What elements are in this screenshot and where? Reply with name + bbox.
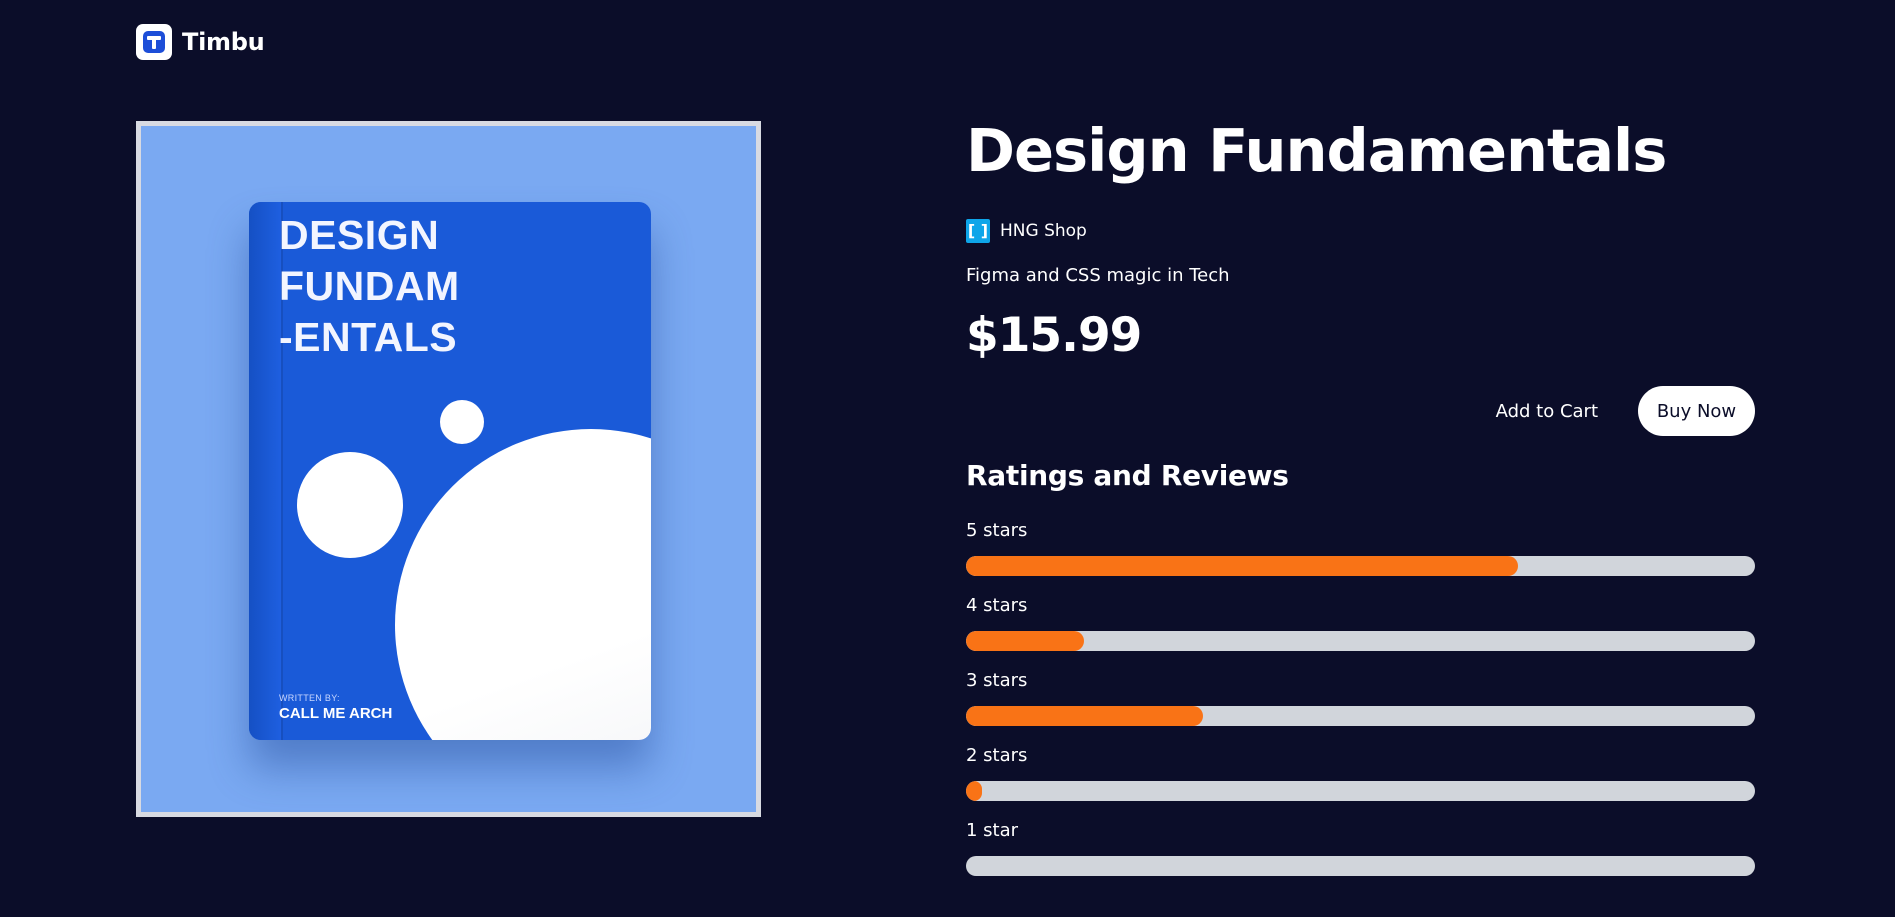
cover-circle-small <box>440 400 484 444</box>
book-spine <box>249 202 283 740</box>
book-cover: DESIGN FUNDAM -ENTALS WRITTEN BY: CALL M… <box>249 202 651 740</box>
product-details: Design Fundamentals [ ] HNG Shop Figma a… <box>966 115 1755 876</box>
timbu-logo-icon[interactable] <box>136 24 172 60</box>
product-image: DESIGN FUNDAM -ENTALS WRITTEN BY: CALL M… <box>136 121 761 817</box>
ratings-title: Ratings and Reviews <box>966 459 1289 492</box>
rating-label: 4 stars <box>966 595 1028 616</box>
book-cover-title-line: -ENTALS <box>279 314 458 360</box>
rating-bar-fill <box>966 631 1085 651</box>
rating-bar-fill <box>966 706 1203 726</box>
site-header: Timbu <box>136 24 265 60</box>
rating-row: 2 stars <box>966 745 1755 820</box>
product-description: Figma and CSS magic in Tech <box>966 265 1230 286</box>
rating-bar-track <box>966 556 1755 576</box>
rating-bar-fill <box>966 781 982 801</box>
rating-bar-track <box>966 781 1755 801</box>
rating-row: 1 star <box>966 820 1755 895</box>
product-actions: Add to Cart Buy Now <box>966 386 1755 436</box>
rating-row: 4 stars <box>966 595 1755 670</box>
product-title: Design Fundamentals <box>966 116 1667 185</box>
rating-bar-fill <box>966 556 1519 576</box>
rating-bar-track <box>966 631 1755 651</box>
shop-info[interactable]: [ ] HNG Shop <box>966 219 1755 243</box>
book-cover-title-line: DESIGN <box>279 212 440 258</box>
buy-now-button[interactable]: Buy Now <box>1638 386 1755 436</box>
rating-label: 3 stars <box>966 670 1028 691</box>
book-cover-title: DESIGN FUNDAM -ENTALS <box>279 210 579 363</box>
rating-label: 5 stars <box>966 520 1028 541</box>
book-cover-title-line: FUNDAM <box>279 263 460 309</box>
shop-name[interactable]: HNG Shop <box>1000 221 1087 241</box>
rating-label: 2 stars <box>966 745 1028 766</box>
rating-label: 1 star <box>966 820 1019 841</box>
rating-row: 5 stars <box>966 520 1755 595</box>
product-price: $15.99 <box>966 308 1142 363</box>
cover-circle-medium <box>297 452 403 558</box>
brand-name[interactable]: Timbu <box>182 28 265 56</box>
rating-row: 3 stars <box>966 670 1755 745</box>
rating-list: 5 stars 4 stars 3 stars 2 stars 1 star <box>966 520 1755 895</box>
add-to-cart-button[interactable]: Add to Cart <box>1496 401 1598 422</box>
book-author: CALL ME ARCH <box>279 705 393 722</box>
shop-icon: [ ] <box>966 219 990 243</box>
cover-circle-large <box>395 429 651 740</box>
rating-bar-track <box>966 856 1755 876</box>
book-written-by: WRITTEN BY: <box>279 693 340 703</box>
rating-bar-track <box>966 706 1755 726</box>
